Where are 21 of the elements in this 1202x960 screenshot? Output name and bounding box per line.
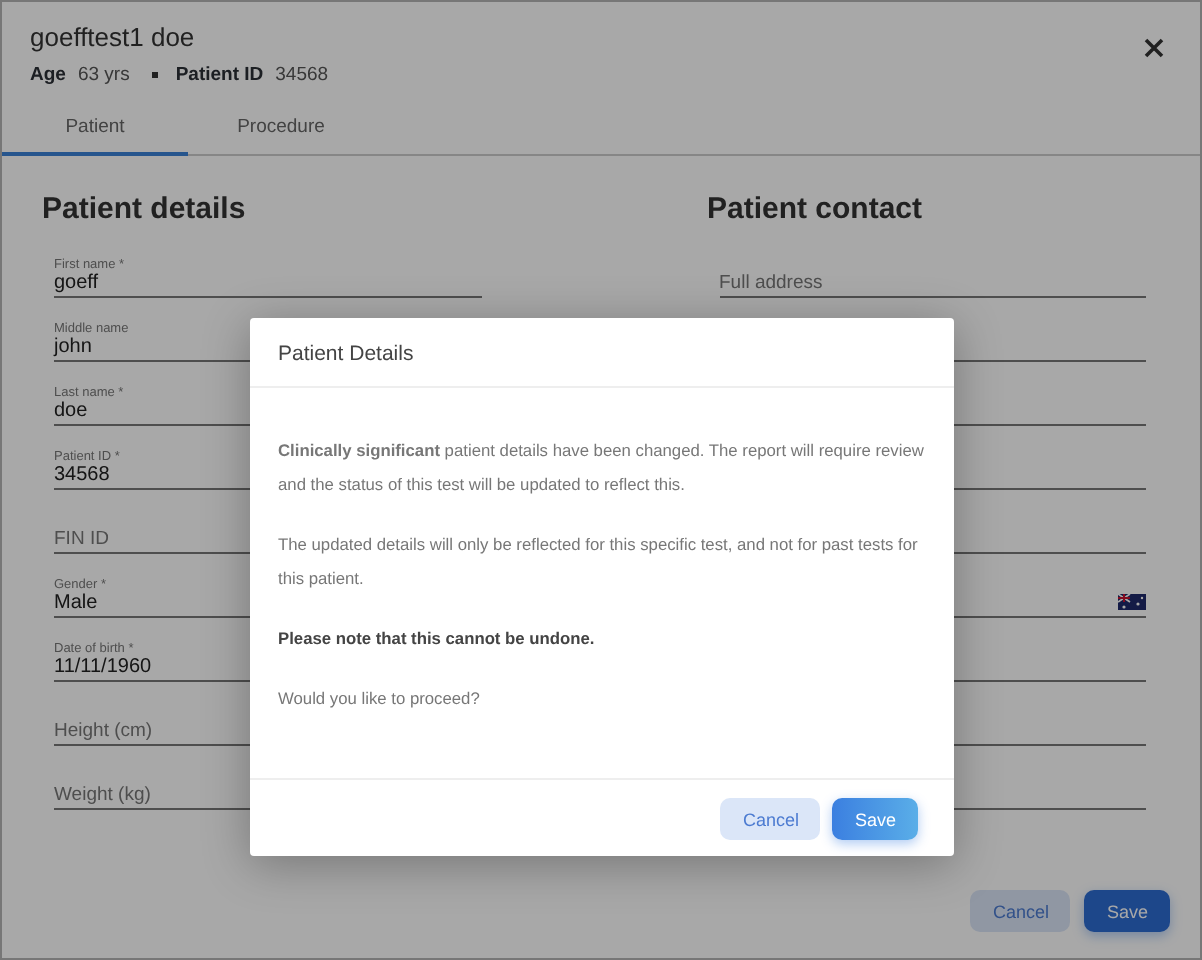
dialog-title: Patient Details bbox=[250, 318, 954, 388]
tab[interactable]: Procedure bbox=[188, 102, 374, 156]
tab[interactable]: Patient bbox=[2, 102, 188, 156]
section-heading: Patient contact bbox=[707, 192, 925, 226]
dialog-text: Clinically significant patient details have been changed. The report will require review and the status of this test will be updated to reflect this. bbox=[278, 438, 926, 498]
save-button[interactable]: Save bbox=[832, 798, 918, 840]
age-label: Age bbox=[30, 64, 66, 86]
patient-id-label: Patient ID bbox=[175, 64, 264, 86]
patient-id-value: 34568 bbox=[275, 64, 329, 86]
section-heading: Patient details bbox=[42, 192, 248, 226]
cancel-button[interactable]: Cancel bbox=[720, 798, 821, 840]
close-icon[interactable] bbox=[1144, 38, 1164, 58]
cancel-button[interactable]: Cancel bbox=[970, 890, 1071, 932]
flag-icon[interactable] bbox=[1118, 594, 1146, 610]
dialog-text: Would you like to proceed? bbox=[278, 686, 482, 712]
dialog-text: The updated details will only be reflected for this specific test, and not for past tests for this patient. bbox=[278, 532, 920, 592]
save-button[interactable]: Save bbox=[1084, 890, 1170, 932]
dialog-text: Please note that this cannot be undone. bbox=[278, 626, 597, 652]
text-field[interactable]: Full address bbox=[719, 248, 1146, 298]
patient-name: goefftest1 doe bbox=[30, 22, 197, 52]
age-value: 63 yrs bbox=[77, 64, 130, 86]
